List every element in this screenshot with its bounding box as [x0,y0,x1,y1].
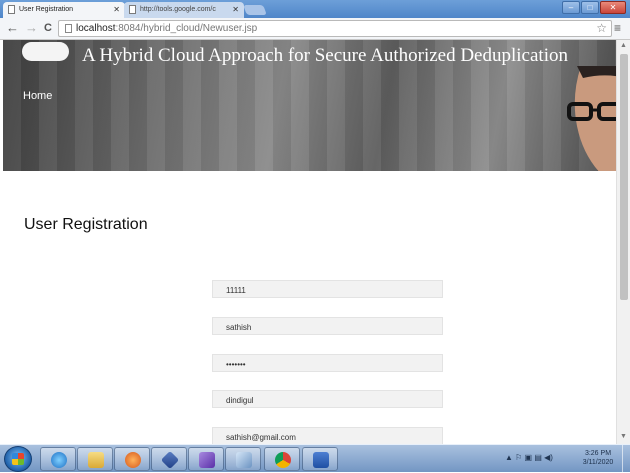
page-viewport: A Hybrid Cloud Approach for Secure Autho… [0,40,616,444]
tab-label: http://tools.google.com/c [140,6,216,13]
window-controls: – □ ✕ [562,1,626,14]
tab-close-icon[interactable]: ✕ [232,5,239,14]
username-field[interactable]: sathish [212,317,443,335]
tab-strip: User Registration ✕ http://tools.google.… [0,0,630,18]
cloud-logo-icon [22,42,69,61]
user-id-field[interactable]: 11111 [212,280,443,298]
url-text: localhost:8084/hybrid_cloud/Newuser.jsp [76,23,257,34]
start-button[interactable] [4,446,32,472]
drafting-icon[interactable] [225,447,261,471]
clock-time: 3:26 PM [584,450,612,457]
url-path: :8084/hybrid_cloud/Newuser.jsp [115,23,258,34]
tab-google-tools[interactable]: http://tools.google.com/c ✕ [124,2,244,18]
page-title: User Registration [24,216,148,233]
chrome-icon[interactable] [264,447,300,471]
tab-user-registration[interactable]: User Registration ✕ [3,2,125,18]
address-bar[interactable]: localhost:8084/hybrid_cloud/Newuser.jsp … [58,20,612,37]
scroll-thumb[interactable] [620,54,628,300]
internet-explorer-icon[interactable] [40,447,76,471]
windows-taskbar: ▲ ⚐ ▣ ▤ ◀) 3:26 PM 3/11/2020 [0,444,630,473]
maximize-button[interactable]: □ [581,1,599,14]
chrome-menu-icon[interactable]: ≡ [614,21,621,35]
tab-label: User Registration [19,6,74,13]
bookmark-star-icon[interactable]: ☆ [596,21,607,35]
page-icon [8,5,15,14]
password-field[interactable]: ••••••• [212,354,443,372]
clock-date: 3/11/2020 [582,459,614,466]
email-field[interactable]: sathish@gmail.com [212,427,443,444]
tab-close-icon[interactable]: ✕ [113,5,120,14]
banner-person-image [567,66,616,171]
site-title: A Hybrid Cloud Approach for Secure Autho… [82,45,568,66]
media-player-icon[interactable] [114,447,150,471]
word-icon[interactable] [302,447,338,471]
nav-home-link[interactable]: Home [23,90,52,102]
new-tab-button[interactable] [243,5,267,15]
taskbar-clock[interactable]: 3:26 PM 3/11/2020 [578,449,618,467]
system-tray-icons[interactable]: ▲ ⚐ ▣ ▤ ◀) [505,453,553,462]
page-icon [65,24,72,33]
url-host: localhost [76,23,116,34]
show-desktop-button[interactable] [622,445,630,473]
address-field[interactable]: dindigul [212,390,443,408]
minimize-button[interactable]: – [562,1,580,14]
browser-toolbar: ← → C localhost:8084/hybrid_cloud/Newuse… [0,18,630,40]
forward-icon[interactable]: → [25,21,38,35]
close-window-button[interactable]: ✕ [600,1,626,14]
scroll-up-icon[interactable]: ▲ [620,42,627,49]
visual-studio-icon[interactable] [188,447,224,471]
vertical-scrollbar[interactable]: ▲ ▼ [616,40,630,444]
page-icon [129,5,136,14]
windows-logo-icon [12,453,24,465]
virtualbox-icon[interactable] [151,447,187,471]
back-icon[interactable]: ← [6,21,19,35]
scroll-down-icon[interactable]: ▼ [620,433,627,440]
reload-icon[interactable]: C [44,21,52,35]
site-banner: A Hybrid Cloud Approach for Secure Autho… [3,40,616,171]
folder-icon[interactable] [77,447,113,471]
